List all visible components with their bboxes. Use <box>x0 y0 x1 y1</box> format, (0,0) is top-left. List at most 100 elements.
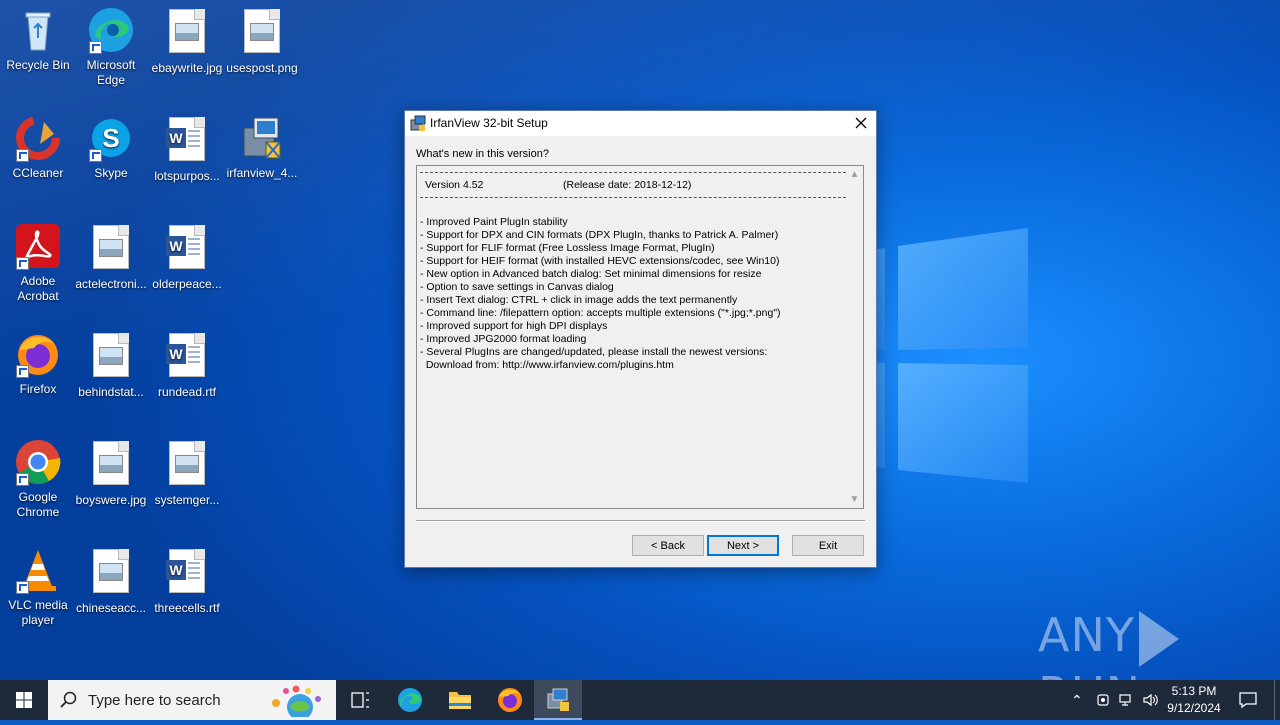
vlc-cone-icon <box>14 546 62 594</box>
desktop-icon-label: lotspurpos... <box>154 169 220 183</box>
list-item: - Insert Text dialog: CTRL + click in im… <box>420 294 738 306</box>
list-item: Download from: http://www.irfanview.com/… <box>420 359 674 371</box>
folder-icon <box>449 692 471 709</box>
list-item: - Several PlugIns are changed/updated, p… <box>420 346 768 358</box>
list-item: - Support for HEIF format (with installe… <box>420 255 780 267</box>
clock-date: 9/12/2024 <box>1167 701 1221 715</box>
installer-icon <box>547 688 569 711</box>
list-item: - Improved support for high DPI displays <box>420 320 608 332</box>
image-file-icon <box>87 333 135 381</box>
image-file-icon <box>238 9 286 57</box>
divider <box>420 197 846 198</box>
word-document-icon: W <box>163 117 211 165</box>
back-button[interactable]: < Back <box>632 535 704 556</box>
word-document-icon: W <box>163 549 211 597</box>
desktop-icon-label: Firefox <box>19 382 57 396</box>
desktop-icon-label: Google Chrome <box>16 490 60 519</box>
meet-now-icon[interactable] <box>1096 692 1112 708</box>
window-titlebar[interactable]: IrfanView 32-bit Setup <box>405 111 876 136</box>
desktop-icon-label: Adobe Acrobat <box>17 274 59 303</box>
desktop-icon-label: usespost.png <box>226 61 298 75</box>
image-file-icon <box>163 441 211 489</box>
desktop-icon-file[interactable]: W rundead.rtf <box>149 330 225 400</box>
desktop-icon-google-chrome[interactable]: Google Chrome <box>0 438 76 520</box>
taskbar: Type here to search ⌃ 5:13 PM 9/12/2024 <box>0 680 1280 720</box>
desktop-icon-adobe-acrobat[interactable]: Adobe Acrobat <box>0 222 76 304</box>
taskbar-clock[interactable]: 5:13 PM 9/12/2024 <box>1158 683 1230 717</box>
show-desktop-button[interactable] <box>1274 680 1280 720</box>
notifications-icon[interactable] <box>1238 691 1258 709</box>
desktop-icon-file[interactable]: usespost.png <box>224 6 300 76</box>
desktop-icon-label: Recycle Bin <box>6 58 70 72</box>
list-item: - Support for FLIF format (Free Lossless… <box>420 242 715 254</box>
installer-icon <box>238 114 286 162</box>
scroll-up-arrow-icon[interactable]: ▲ <box>846 166 863 183</box>
next-button[interactable]: Next > <box>707 535 779 556</box>
desktop-icon-label: actelectroni... <box>75 277 147 291</box>
desktop-icon-file[interactable]: W lotspurpos... <box>149 114 225 184</box>
list-item: - Improved Paint PlugIn stability <box>420 216 568 228</box>
desktop-icon-file[interactable]: boyswere.jpg <box>73 438 149 508</box>
windows-start-icon <box>16 692 32 708</box>
taskbar-edge[interactable] <box>386 680 434 720</box>
desktop-icon-file[interactable]: chineseacc... <box>73 546 149 616</box>
desktop-icon-file[interactable]: ebaywrite.jpg <box>149 6 225 76</box>
irfanview-setup-window[interactable]: IrfanView 32-bit Setup What's new in thi… <box>404 110 877 568</box>
search-highlight-illustration-icon <box>272 685 321 717</box>
start-button[interactable] <box>0 680 48 720</box>
edge-icon <box>398 688 422 712</box>
skype-icon: S <box>87 114 135 162</box>
adobe-acrobat-icon <box>14 222 62 270</box>
taskbar-search-box[interactable]: Type here to search <box>48 680 336 720</box>
desktop-icon-label: rundead.rtf <box>157 385 217 399</box>
list-item: - New option in Advanced batch dialog: S… <box>420 268 762 280</box>
desktop-icon-file[interactable]: W threecells.rtf <box>149 546 225 616</box>
desktop-icon-label: olderpeace... <box>152 277 222 291</box>
version-label: Version 4.52 <box>425 179 484 191</box>
image-file-icon <box>87 441 135 489</box>
taskbar-irfanview-setup[interactable] <box>534 680 582 720</box>
desktop-icon-label: VLC media player <box>8 598 68 627</box>
desktop-icon-recycle-bin[interactable]: Recycle Bin <box>0 6 76 73</box>
desktop-icon-label: CCleaner <box>12 166 64 180</box>
show-hidden-icons-chevron-icon[interactable]: ⌃ <box>1071 692 1083 709</box>
search-icon <box>60 691 77 708</box>
desktop-icon-irfanview-installer[interactable]: irfanview_4... <box>224 114 300 181</box>
clock-time: 5:13 PM <box>1171 684 1217 698</box>
list-item: - Improved JPG2000 format loading <box>420 333 587 345</box>
edge-icon <box>87 6 135 54</box>
list-item: - Command line: /filepattern option: acc… <box>420 307 781 319</box>
taskbar-file-explorer[interactable] <box>436 680 484 720</box>
list-item: - Support for DPX and CIN formats (DPX P… <box>420 229 779 241</box>
exit-button[interactable]: Exit <box>792 535 864 556</box>
image-file-icon <box>87 225 135 273</box>
desktop-icon-ccleaner[interactable]: CCleaner <box>0 114 76 181</box>
desktop-icon-label: ebaywrite.jpg <box>151 61 223 75</box>
desktop-icon-vlc[interactable]: VLC media player <box>0 546 76 628</box>
desktop-icon-label: Skype <box>94 166 128 180</box>
section-heading: What's new in this version? <box>416 148 549 160</box>
desktop-icon-skype[interactable]: S Skype <box>73 114 149 181</box>
firefox-icon <box>498 688 522 712</box>
desktop-icon-file[interactable]: systemger... <box>149 438 225 508</box>
irfanview-setup-icon <box>410 115 426 131</box>
whats-new-textbox[interactable]: Version 4.52 (Release date: 2018-12-12) … <box>416 165 864 509</box>
task-view-icon <box>351 692 369 708</box>
taskbar-firefox[interactable] <box>486 680 534 720</box>
desktop-icon-label: boyswere.jpg <box>75 493 147 507</box>
desktop-icon-firefox[interactable]: Firefox <box>0 330 76 397</box>
desktop-icon-microsoft-edge[interactable]: Microsoft Edge <box>73 6 149 88</box>
image-file-icon <box>163 9 211 57</box>
changes-list: - Improved Paint PlugIn stability - Supp… <box>420 216 846 372</box>
desktop-icon-file[interactable]: actelectroni... <box>73 222 149 292</box>
task-view-button[interactable] <box>336 680 384 720</box>
scroll-down-arrow-icon[interactable]: ▼ <box>846 491 863 508</box>
desktop-icon-label: behindstat... <box>78 385 144 399</box>
network-icon[interactable] <box>1119 692 1135 708</box>
desktop-icon-file[interactable]: W olderpeace... <box>149 222 225 292</box>
desktop-icon-file[interactable]: behindstat... <box>73 330 149 400</box>
vertical-scrollbar[interactable]: ▲ ▼ <box>846 166 863 508</box>
window-title: IrfanView 32-bit Setup <box>430 116 548 130</box>
desktop-icon-label: systemger... <box>154 493 220 507</box>
close-button[interactable] <box>846 111 876 136</box>
